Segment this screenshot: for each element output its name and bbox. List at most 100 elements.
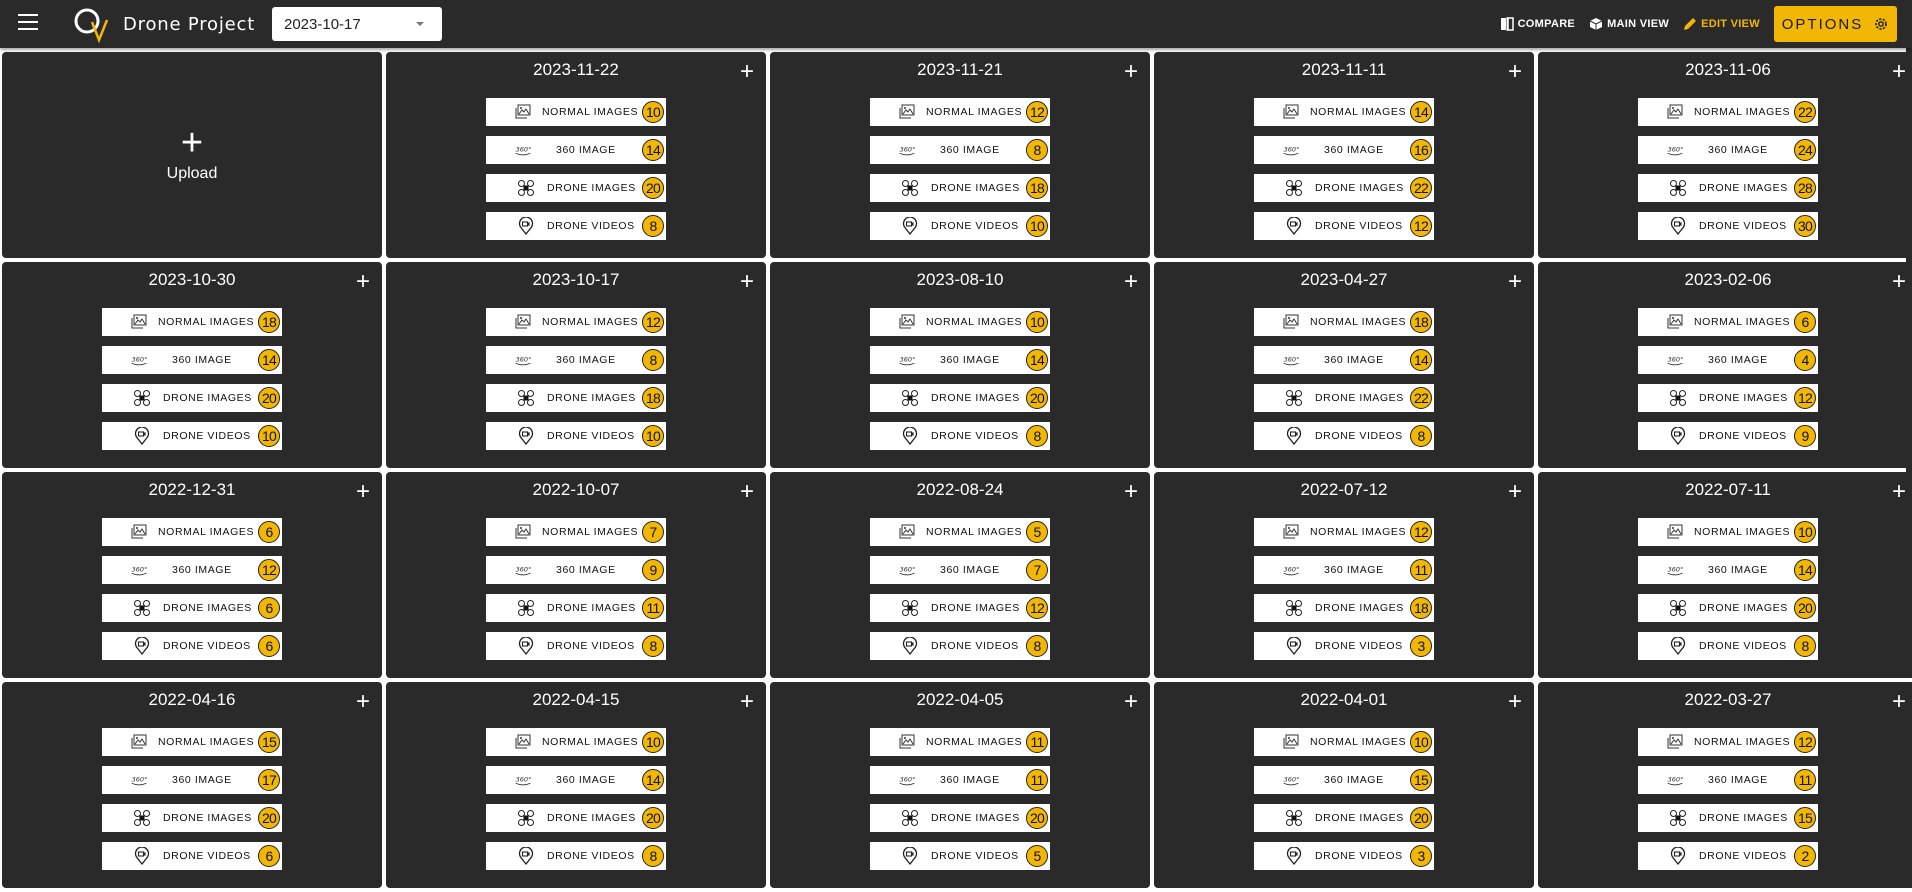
normal-images-row[interactable]: NORMAL IMAGES 7 [486,518,666,546]
360-image-row[interactable]: 360° 360 IMAGE 11 [1254,556,1434,584]
drone-videos-row[interactable]: DRONE VIDEOS 8 [1254,422,1434,450]
drone-images-row[interactable]: DRONE IMAGES 12 [1638,384,1818,412]
drone-images-row[interactable]: DRONE IMAGES 11 [486,594,666,622]
add-media-button[interactable]: + [1124,270,1138,294]
360-image-row[interactable]: 360° 360 IMAGE 14 [486,766,666,794]
drone-videos-row[interactable]: DRONE VIDEOS 12 [1254,212,1434,240]
normal-images-row[interactable]: NORMAL IMAGES 10 [1638,518,1818,546]
normal-images-row[interactable]: NORMAL IMAGES 11 [870,728,1050,756]
normal-images-row[interactable]: NORMAL IMAGES 22 [1638,98,1818,126]
drone-videos-row[interactable]: DRONE VIDEOS 2 [1638,842,1818,870]
add-media-button[interactable]: + [356,270,370,294]
add-media-button[interactable]: + [1124,690,1138,714]
drone-images-row[interactable]: DRONE IMAGES 22 [1254,384,1434,412]
normal-images-row[interactable]: NORMAL IMAGES 12 [1638,728,1818,756]
360-image-row[interactable]: 360° 360 IMAGE 15 [1254,766,1434,794]
drone-videos-row[interactable]: DRONE VIDEOS 10 [870,212,1050,240]
drone-videos-row[interactable]: DRONE VIDEOS 6 [102,632,282,660]
normal-images-row[interactable]: NORMAL IMAGES 10 [486,728,666,756]
add-media-button[interactable]: + [740,480,754,504]
add-media-button[interactable]: + [1508,690,1522,714]
drone-images-row[interactable]: DRONE IMAGES 20 [1638,594,1818,622]
360-image-row[interactable]: 360° 360 IMAGE 14 [870,346,1050,374]
normal-images-row[interactable]: NORMAL IMAGES 10 [870,308,1050,336]
360-image-row[interactable]: 360° 360 IMAGE 4 [1638,346,1818,374]
drone-images-row[interactable]: DRONE IMAGES 20 [102,384,282,412]
add-media-button[interactable]: + [356,690,370,714]
normal-images-row[interactable]: NORMAL IMAGES 5 [870,518,1050,546]
drone-images-row[interactable]: DRONE IMAGES 20 [870,804,1050,832]
normal-images-row[interactable]: NORMAL IMAGES 12 [486,308,666,336]
drone-images-row[interactable]: DRONE IMAGES 20 [1254,804,1434,832]
drone-images-row[interactable]: DRONE IMAGES 20 [870,384,1050,412]
drone-videos-row[interactable]: DRONE VIDEOS 10 [486,422,666,450]
360-image-row[interactable]: 360° 360 IMAGE 11 [1638,766,1818,794]
add-media-button[interactable]: + [740,270,754,294]
drone-videos-row[interactable]: DRONE VIDEOS 5 [870,842,1050,870]
edit-view-button[interactable]: EDIT VIEW [1683,17,1760,31]
drone-videos-row[interactable]: DRONE VIDEOS 8 [486,842,666,870]
upload-card[interactable]: + Upload [2,52,382,258]
add-media-button[interactable]: + [740,60,754,84]
drone-images-row[interactable]: DRONE IMAGES 28 [1638,174,1818,202]
360-image-row[interactable]: 360° 360 IMAGE 12 [102,556,282,584]
drone-videos-row[interactable]: DRONE VIDEOS 3 [1254,842,1434,870]
add-media-button[interactable]: + [1508,60,1522,84]
360-image-row[interactable]: 360° 360 IMAGE 8 [486,346,666,374]
drone-videos-row[interactable]: DRONE VIDEOS 8 [1638,632,1818,660]
360-image-row[interactable]: 360° 360 IMAGE 14 [102,346,282,374]
add-media-button[interactable]: + [1892,270,1906,294]
normal-images-row[interactable]: NORMAL IMAGES 18 [1254,308,1434,336]
drone-videos-row[interactable]: DRONE VIDEOS 30 [1638,212,1818,240]
normal-images-row[interactable]: NORMAL IMAGES 12 [1254,518,1434,546]
drone-images-row[interactable]: DRONE IMAGES 20 [486,804,666,832]
normal-images-row[interactable]: NORMAL IMAGES 18 [102,308,282,336]
drone-images-row[interactable]: DRONE IMAGES 20 [102,804,282,832]
visit-date-select[interactable]: 2023-10-17 [272,7,442,41]
normal-images-row[interactable]: NORMAL IMAGES 14 [1254,98,1434,126]
add-media-button[interactable]: + [1124,60,1138,84]
360-image-row[interactable]: 360° 360 IMAGE 24 [1638,136,1818,164]
hamburger-menu-icon[interactable] [18,14,38,32]
360-image-row[interactable]: 360° 360 IMAGE 16 [1254,136,1434,164]
drone-images-row[interactable]: DRONE IMAGES 6 [102,594,282,622]
add-media-button[interactable]: + [740,690,754,714]
drone-videos-row[interactable]: DRONE VIDEOS 10 [102,422,282,450]
add-media-button[interactable]: + [1892,480,1906,504]
drone-videos-row[interactable]: DRONE VIDEOS 9 [1638,422,1818,450]
drone-images-row[interactable]: DRONE IMAGES 18 [486,384,666,412]
scrollbar[interactable] [1906,48,1912,520]
normal-images-row[interactable]: NORMAL IMAGES 6 [102,518,282,546]
drone-images-row[interactable]: DRONE IMAGES 18 [1254,594,1434,622]
drone-images-row[interactable]: DRONE IMAGES 12 [870,594,1050,622]
drone-videos-row[interactable]: DRONE VIDEOS 8 [486,212,666,240]
360-image-row[interactable]: 360° 360 IMAGE 14 [1638,556,1818,584]
360-image-row[interactable]: 360° 360 IMAGE 9 [486,556,666,584]
add-media-button[interactable]: + [1508,480,1522,504]
options-button[interactable]: OPTIONS [1774,6,1897,42]
normal-images-row[interactable]: NORMAL IMAGES 15 [102,728,282,756]
compare-button[interactable]: COMPARE [1500,17,1576,31]
360-image-row[interactable]: 360° 360 IMAGE 17 [102,766,282,794]
drone-videos-row[interactable]: DRONE VIDEOS 8 [870,422,1050,450]
add-media-button[interactable]: + [1124,480,1138,504]
drone-images-row[interactable]: DRONE IMAGES 15 [1638,804,1818,832]
drone-videos-row[interactable]: DRONE VIDEOS 6 [102,842,282,870]
normal-images-row[interactable]: NORMAL IMAGES 12 [870,98,1050,126]
main-view-button[interactable]: MAIN VIEW [1589,17,1669,31]
360-image-row[interactable]: 360° 360 IMAGE 7 [870,556,1050,584]
360-image-row[interactable]: 360° 360 IMAGE 8 [870,136,1050,164]
360-image-row[interactable]: 360° 360 IMAGE 14 [486,136,666,164]
add-media-button[interactable]: + [356,480,370,504]
add-media-button[interactable]: + [1892,690,1906,714]
drone-videos-row[interactable]: DRONE VIDEOS 8 [870,632,1050,660]
drone-videos-row[interactable]: DRONE VIDEOS 8 [486,632,666,660]
360-image-row[interactable]: 360° 360 IMAGE 14 [1254,346,1434,374]
drone-images-row[interactable]: DRONE IMAGES 20 [486,174,666,202]
drone-images-row[interactable]: DRONE IMAGES 18 [870,174,1050,202]
normal-images-row[interactable]: NORMAL IMAGES 6 [1638,308,1818,336]
add-media-button[interactable]: + [1892,60,1906,84]
drone-videos-row[interactable]: DRONE VIDEOS 3 [1254,632,1434,660]
drone-images-row[interactable]: DRONE IMAGES 22 [1254,174,1434,202]
360-image-row[interactable]: 360° 360 IMAGE 11 [870,766,1050,794]
